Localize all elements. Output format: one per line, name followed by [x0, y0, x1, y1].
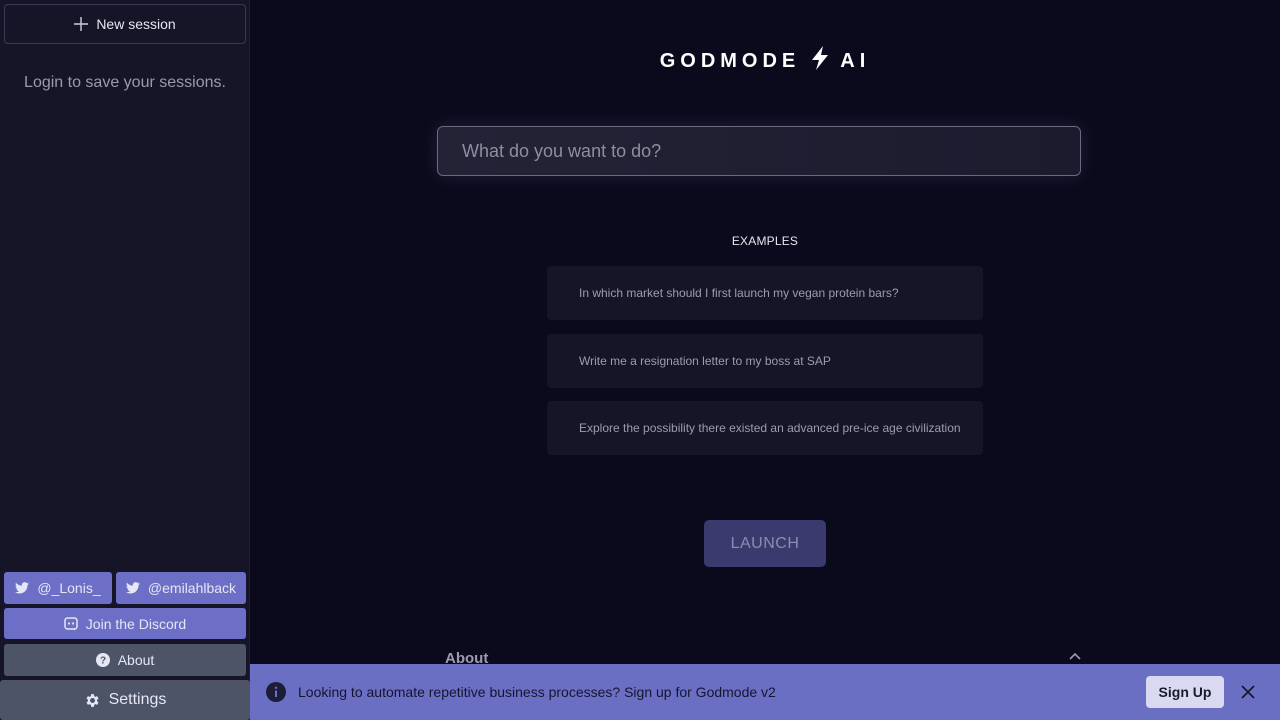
lightning-bolt-icon	[812, 46, 829, 70]
task-input[interactable]	[437, 126, 1081, 176]
about-button[interactable]: ? About	[4, 644, 246, 676]
example-item[interactable]: Explore the possibility there existed an…	[547, 401, 983, 455]
twitter-icon	[15, 582, 30, 594]
info-icon	[266, 682, 286, 702]
logo-text-right: AI	[840, 50, 871, 72]
join-discord-button[interactable]: Join the Discord	[4, 608, 246, 639]
twitter-emilahlback-label: @emilahlback	[147, 580, 237, 596]
twitter-icon	[125, 582, 140, 594]
about-label: About	[117, 652, 155, 668]
settings-label: Settings	[108, 691, 167, 708]
banner-text: Looking to automate repetitive business …	[298, 684, 776, 700]
svg-text:?: ?	[100, 656, 106, 667]
app-logo: GODMODE AI	[250, 46, 1280, 73]
close-icon[interactable]	[1240, 684, 1256, 700]
sign-up-button[interactable]: Sign Up	[1146, 676, 1224, 708]
join-discord-label: Join the Discord	[85, 615, 187, 632]
twitter-lonis-label: @_Lonis_	[37, 580, 101, 596]
logo-text-left: GODMODE	[659, 50, 801, 72]
discord-icon	[64, 616, 78, 630]
gear-icon	[86, 693, 99, 707]
promo-banner: Looking to automate repetitive business …	[250, 664, 1280, 720]
social-buttons: @_Lonis_ @emilahlback	[4, 572, 246, 604]
plus-icon	[74, 17, 89, 31]
question-icon: ?	[95, 653, 110, 667]
examples-heading: EXAMPLES	[731, 234, 799, 248]
example-item[interactable]: In which market should I first launch my…	[547, 266, 983, 320]
chevron-up-icon[interactable]	[1068, 652, 1082, 662]
new-session-label: New session	[96, 16, 176, 32]
twitter-lonis-button[interactable]: @_Lonis_	[4, 572, 112, 604]
sidebar: New session Login to save your sessions.…	[0, 0, 250, 720]
settings-button[interactable]: Settings	[0, 680, 250, 720]
example-item[interactable]: Write me a resignation letter to my boss…	[547, 334, 983, 388]
app-root: New session Login to save your sessions.…	[0, 0, 1280, 720]
twitter-emilahlback-button[interactable]: @emilahlback	[116, 572, 246, 604]
launch-button[interactable]: LAUNCH	[704, 520, 826, 567]
new-session-button[interactable]: New session	[4, 4, 246, 44]
login-hint: Login to save your sessions.	[24, 74, 226, 91]
